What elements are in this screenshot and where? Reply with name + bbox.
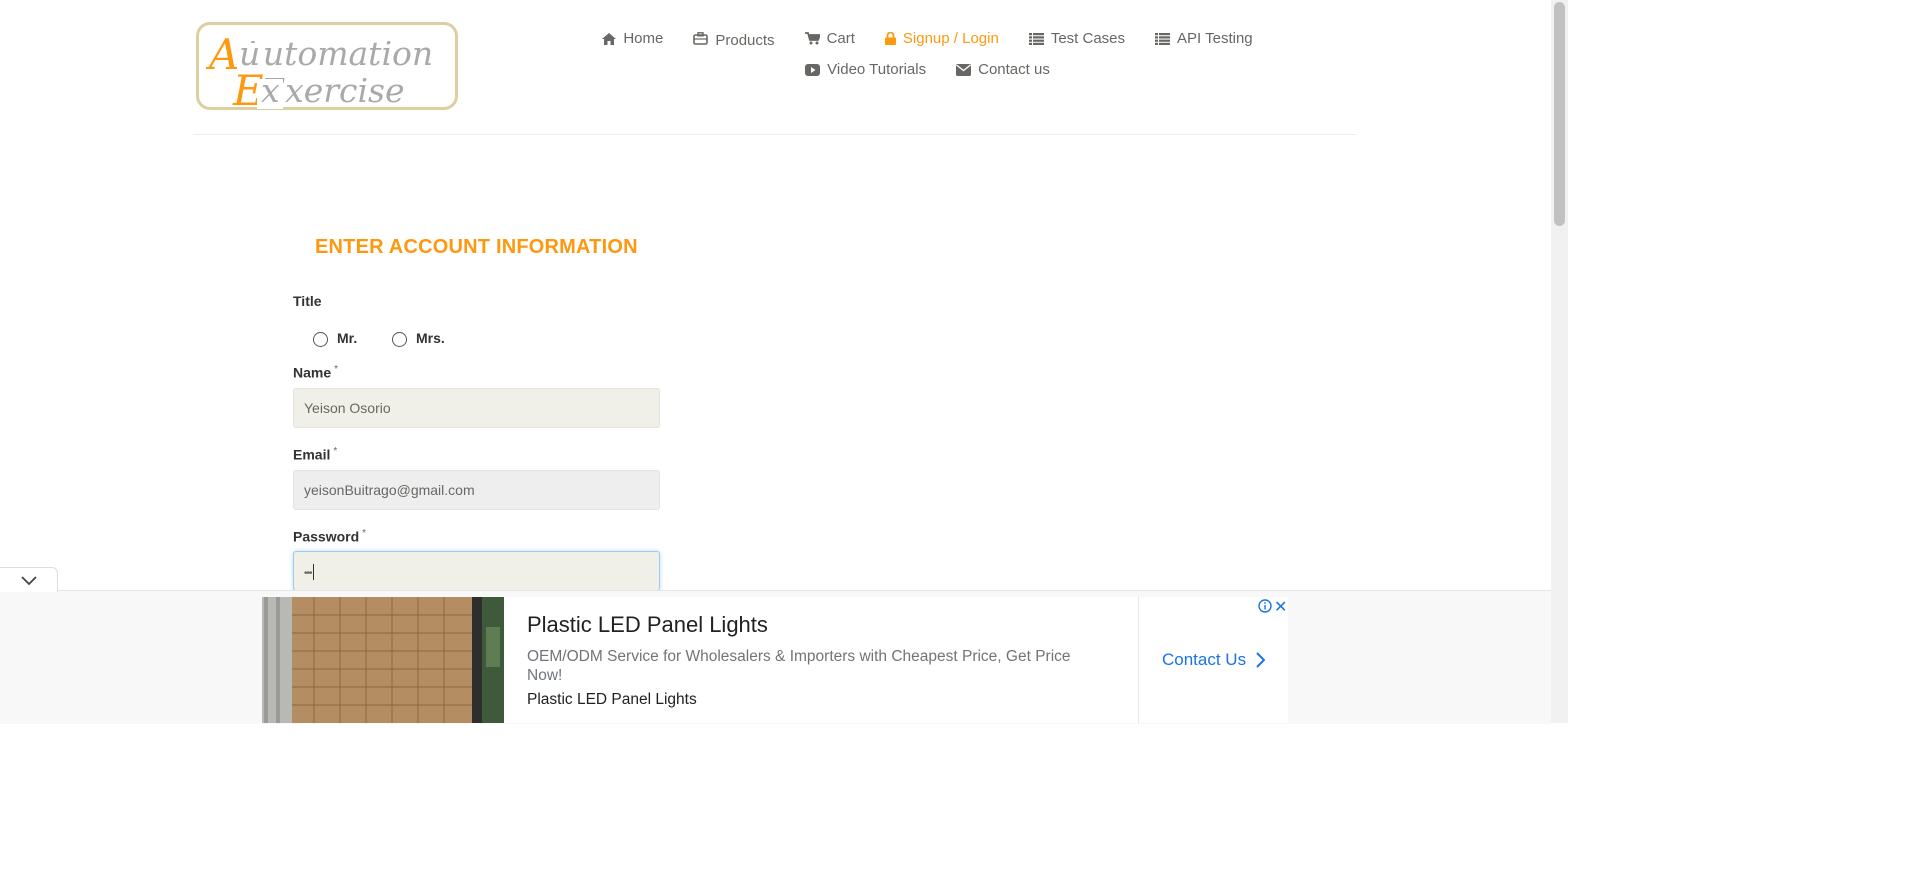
radio-mr-label: Mr.: [337, 329, 358, 346]
chevron-right-icon: [1256, 652, 1266, 668]
ad-contact-label: Contact Us: [1162, 650, 1247, 669]
radio-mrs-label: Mrs.: [416, 329, 445, 346]
email-field-value: yeisonBuitrago@gmail.com: [304, 482, 475, 498]
text-caret: [312, 564, 314, 581]
ad-divider: [1138, 597, 1139, 723]
youtube-icon: [805, 63, 821, 76]
ad-image[interactable]: [262, 597, 504, 723]
name-label-text: Name: [293, 364, 332, 381]
password-label: Password *: [293, 528, 366, 545]
title-label: Title: [293, 293, 322, 309]
nav-row-secondary: Video Tutorials Contact us: [560, 61, 1295, 78]
nav-contact-us-label: Contact us: [978, 61, 1050, 78]
ad-collapse-button[interactable]: [0, 567, 58, 592]
nav-api-testing[interactable]: API Testing: [1155, 28, 1253, 49]
email-label: Email *: [293, 446, 337, 463]
email-label-text: Email: [293, 446, 331, 463]
required-mark: *: [334, 364, 339, 375]
required-mark: *: [362, 528, 367, 539]
info-icon[interactable]: [1258, 599, 1272, 613]
radio-mr[interactable]: [313, 332, 328, 347]
boxes-photo: [262, 597, 504, 723]
radio-mrs-option[interactable]: Mrs.: [392, 328, 445, 347]
nav-row-primary: Home Products Cart Signup / Login Test C…: [560, 28, 1295, 49]
nav-signup-login-label: Signup / Login: [902, 30, 999, 47]
nav-test-cases[interactable]: Test Cases: [1028, 28, 1126, 49]
email-field[interactable]: yeisonBuitrago@gmail.com: [293, 470, 660, 510]
page-scrollbar[interactable]: [1551, 0, 1568, 723]
form-heading: ENTER ACCOUNT INFORMATION: [315, 236, 638, 258]
name-field[interactable]: Yeison Osorio: [293, 388, 660, 428]
password-field-value: •••: [304, 568, 312, 579]
ad-close-button[interactable]: ✕: [1274, 597, 1287, 617]
nav-signup-login[interactable]: Signup / Login: [884, 28, 999, 49]
briefcase-icon: [693, 32, 709, 45]
nav-api-testing-label: API Testing: [1177, 30, 1253, 47]
name-field-value: Yeison Osorio: [304, 400, 391, 416]
nav-home[interactable]: Home: [602, 28, 663, 49]
nav-test-cases-label: Test Cases: [1050, 30, 1126, 47]
main-nav: Home Products Cart Signup / Login Test C…: [560, 28, 1295, 90]
cart-icon: [804, 32, 820, 45]
svg-text:x: x: [261, 71, 280, 110]
logo-line1: Automation: [236, 34, 433, 73]
nav-video-tutorials-label: Video Tutorials: [827, 61, 927, 78]
envelope-icon: [956, 63, 972, 76]
nav-cart[interactable]: Cart: [804, 28, 855, 49]
scrollbar-thumb[interactable]: [1554, 2, 1565, 226]
ad-unit[interactable]: Plastic LED Panel Lights OEM/ODM Service…: [262, 597, 1288, 723]
nav-home-label: Home: [623, 30, 664, 47]
password-label-text: Password: [293, 528, 360, 545]
lock-icon: [884, 32, 896, 45]
nav-contact-us[interactable]: Contact us: [956, 61, 1050, 78]
nav-video-tutorials[interactable]: Video Tutorials: [805, 61, 926, 78]
nav-products[interactable]: Products: [693, 28, 775, 49]
required-mark: *: [333, 446, 338, 457]
list-icon: [1155, 32, 1171, 45]
chevron-down-icon: [21, 576, 37, 586]
password-field[interactable]: •••: [293, 551, 660, 591]
svg-text:u: u: [239, 34, 260, 73]
ad-contact-button[interactable]: Contact Us: [1162, 650, 1266, 670]
radio-mr-option[interactable]: Mr.: [313, 328, 357, 347]
logo-graphic: A Automation E Exercise u x: [205, 30, 433, 113]
nav-products-label: Products: [715, 32, 775, 49]
header-divider: [193, 134, 1357, 135]
home-icon: [602, 32, 617, 45]
list-icon: [1028, 32, 1044, 45]
radio-mrs[interactable]: [392, 332, 407, 347]
name-label: Name *: [293, 364, 338, 381]
site-logo[interactable]: A Automation E Exercise u x: [196, 22, 458, 113]
ad-subtitle: Plastic LED Panel Lights: [527, 691, 697, 708]
nav-cart-label: Cart: [826, 30, 855, 47]
ad-description: OEM/ODM Service for Wholesalers & Import…: [527, 648, 1071, 684]
ad-title[interactable]: Plastic LED Panel Lights: [527, 612, 768, 638]
